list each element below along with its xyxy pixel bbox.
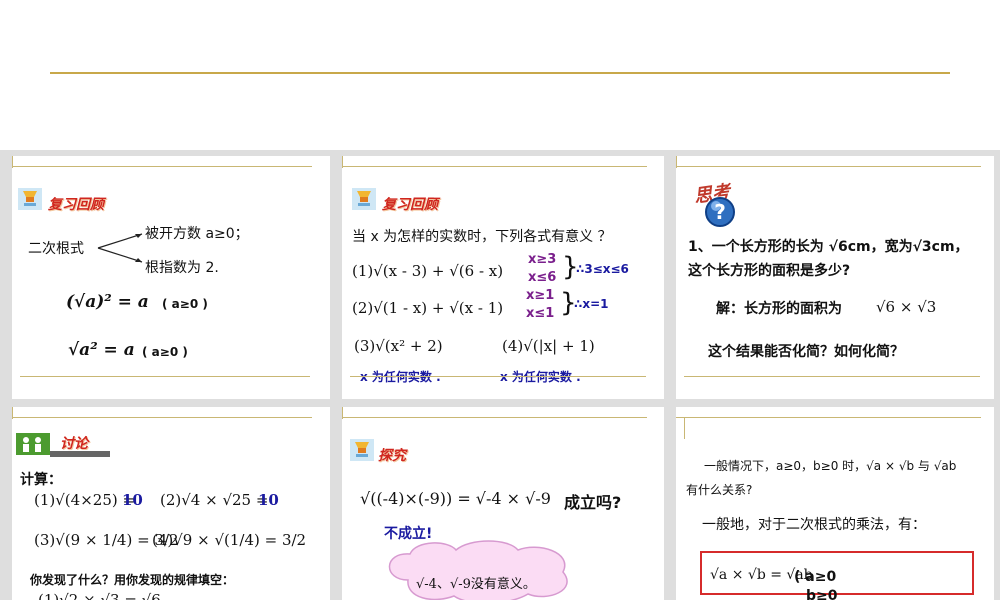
solution-expression: √6 × √3 [876,298,937,316]
slide-rule-bottom [350,376,646,377]
general-case-line-1: 一般情况下，a≥0，b≥0 时，√a × √b 与 √ab [704,459,957,473]
calc-2-answer: 10 [258,491,279,509]
expr-2-cond-1: x≥1 [526,288,555,303]
slide-3[interactable]: 思考 ? 1、一个长方形的长为 √6cm，宽为√3cm， 这个长方形的面积是多少… [676,156,994,399]
slide-rule-top [676,166,981,167]
svg-text:?: ? [714,200,726,224]
multiplication-rule-intro: 一般地，对于二次根式的乘法，有： [702,517,926,533]
slide-title: 复习回顾 [48,197,104,213]
slide-rule-top [676,417,981,418]
formula-2-condition: ( a≥0 ) [142,345,188,359]
slide-rule-bottom [684,376,980,377]
slide-rule-top [342,417,647,418]
thumbnail-grid: 复习回顾 二次根式 被开方数 a≥0； 根指数为 2. (√a)² = a ( … [0,150,1000,600]
simplify-question: 这个结果能否化简？如何化简？ [708,344,904,360]
expr-1-cond-1: x≥3 [528,252,557,267]
review-icon [18,188,42,214]
product-rule-condition-b: b≥0 [806,588,838,600]
calc-1-answer: 10 [122,491,143,509]
slide-2[interactable]: 复习回顾 当 x 为怎样的实数时，下列各式有意义 ？ (1)√(x - 3) +… [342,156,664,399]
title-rule [50,72,950,74]
expression-4: (4)√(|x| + 1) [502,337,595,355]
expression-3: (3)√(x² + 2) [354,337,443,355]
solution-text: 解：长方形的面积为 [716,301,842,317]
slide-rule-top [12,417,312,418]
calc-2: (2)√4 × √25 = [160,491,269,509]
slide-rule-left [684,417,685,439]
slide-rule-top [12,166,312,167]
cloud-text: √-4、√-9没有意义。 [416,577,536,592]
question-mark-icon: ? [704,196,736,232]
slide-rule-left [12,407,13,419]
formula-1-condition: ( a≥0 ) [162,297,208,311]
discovery-prompt: 你发现了什么？用你发现的规律填空： [30,573,235,587]
expression-2: (2)√(1 - x) + √(x - 1) [352,299,504,317]
fill-in-1: (1)√2 × √3 = √6 [38,591,161,600]
slide-1[interactable]: 复习回顾 二次根式 被开方数 a≥0； 根指数为 2. (√a)² = a ( … [12,156,330,399]
slide-title: 讨论 [60,436,88,452]
calc-4: (4)√9 × √(1/4) = 3/2 [152,531,307,549]
product-rule-condition-a: ( a≥0 [794,569,837,585]
slide-rule-top [342,166,647,167]
slide-title: 复习回顾 [382,197,438,213]
slide-4[interactable]: 讨论 计算： (1)√(4×25) = 10 (2)√4 × √25 = 10 … [12,407,330,600]
expr-2-answer: ∴x=1 [574,297,609,311]
formula-square-of-root: (√a)² = a [66,292,149,312]
slide-rule-left [676,156,677,168]
expression-1: (1)√(x - 3) + √(6 - x) [352,262,504,280]
slide-rule-left [342,407,343,419]
formula-root-of-square: √a² = a [68,340,135,360]
expr-1-answer: ∴3≤x≤6 [576,262,629,276]
calc-label: 计算： [20,472,62,488]
explore-expression: √((-4)×(-9)) = √-4 × √-9 [360,489,551,508]
problem-line-1: 1、一个长方形的长为 √6cm，宽为√3cm， [688,239,969,255]
index-condition: 根指数为 2. [145,260,219,276]
problem-line-2: 这个长方形的面积是多少? [688,263,851,279]
slide-rule-bottom [20,376,310,377]
discussion-icon [16,433,50,459]
general-case-line-2: 有什么关系? [686,483,753,497]
slide-title: 探究 [378,448,406,464]
expr-2-cond-2: x≤1 [526,306,555,321]
review-icon [352,188,376,214]
slide-6[interactable]: 一般情况下，a≥0，b≥0 时，√a × √b 与 √ab 有什么关系? 一般地… [676,407,994,600]
branch-arrows [97,233,143,263]
quadratic-radical-label: 二次根式 [28,241,84,257]
expr-1-cond-2: x≤6 [528,270,557,285]
explore-icon [350,439,374,465]
slide-5[interactable]: 探究 √((-4)×(-9)) = √-4 × √-9 成立吗? 不成立! √-… [342,407,664,600]
explore-question: 成立吗? [564,493,622,512]
slide-rule-left [12,156,13,168]
slide-rule-left [342,156,343,168]
calc-1: (1)√(4×25) = [34,491,136,509]
question-text: 当 x 为怎样的实数时，下列各式有意义 ？ [352,229,612,245]
radicand-condition: 被开方数 a≥0； [145,226,249,242]
